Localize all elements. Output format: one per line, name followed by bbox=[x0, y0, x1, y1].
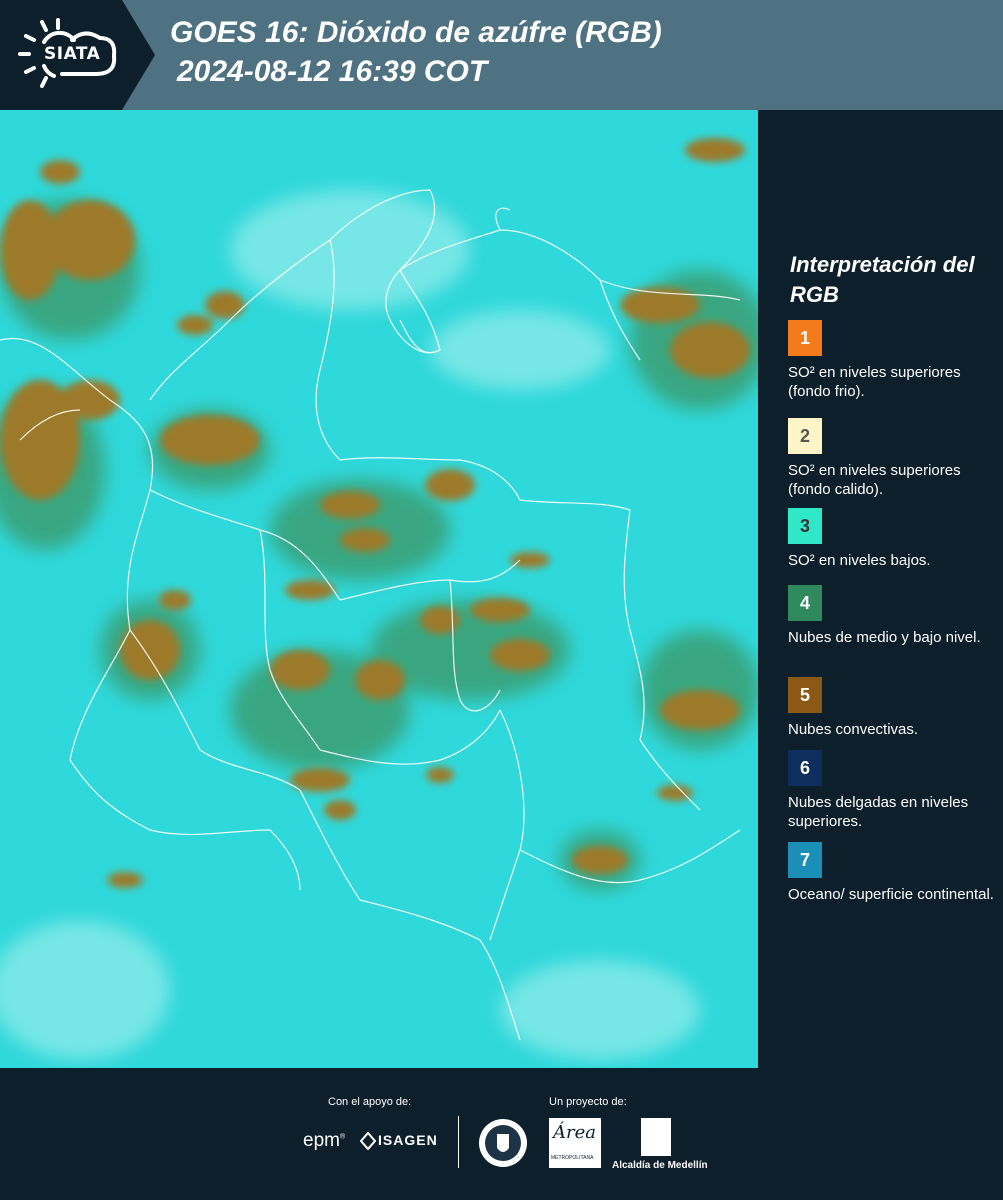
legend-label-3: SO² en niveles bajos. bbox=[788, 552, 931, 569]
satellite-map bbox=[0, 110, 758, 1068]
page-title: GOES 16: Dióxido de azúfre (RGB) bbox=[170, 16, 662, 49]
medellin-seal-icon bbox=[479, 1119, 527, 1167]
footer-divider bbox=[458, 1116, 459, 1168]
area-metropolitana-subtitle: METROPOLITANA bbox=[551, 1155, 594, 1161]
project-label: Un proyecto de: bbox=[549, 1096, 627, 1108]
legend-item-6: 6 Nubes delgadas en niveles superiores. bbox=[788, 750, 998, 831]
alcaldia-emblem bbox=[641, 1118, 671, 1156]
isagen-logo: ISAGEN bbox=[378, 1132, 438, 1148]
footer: Con el apoyo de: Un proyecto de: epm® IS… bbox=[0, 1068, 1003, 1200]
legend-swatch-1: 1 bbox=[788, 320, 822, 356]
header: SIATA GOES 16: Dióxido de azúfre (RGB) 2… bbox=[0, 0, 1003, 110]
legend-label-2: SO² en niveles superiores (fondo calido)… bbox=[788, 462, 961, 498]
logo-text: SIATA bbox=[44, 44, 101, 64]
legend-swatch-7: 7 bbox=[788, 842, 822, 878]
logo-block: SIATA bbox=[0, 0, 155, 110]
legend-panel: Interpretación del RGB 1 SO² en niveles … bbox=[758, 110, 1003, 1068]
legend-label-1: SO² en niveles superiores (fondo frio). bbox=[788, 364, 961, 400]
legend-label-5: Nubes convectivas. bbox=[788, 721, 919, 738]
legend-item-7: 7 Oceano/ superficie continental. bbox=[788, 842, 998, 904]
legend-item-2: 2 SO² en niveles superiores (fondo calid… bbox=[788, 418, 998, 499]
legend-swatch-6: 6 bbox=[788, 750, 822, 786]
legend-item-4: 4 Nubes de medio y bajo nivel. bbox=[788, 585, 998, 647]
epm-logo-text: epm bbox=[303, 1130, 340, 1151]
map-canvas bbox=[0, 110, 758, 1068]
legend-item-3: 3 SO² en niveles bajos. bbox=[788, 508, 998, 570]
legend-label-7: Oceano/ superficie continental. bbox=[788, 886, 994, 903]
epm-logo: epm® bbox=[303, 1130, 346, 1151]
legend-label-4: Nubes de medio y bajo nivel. bbox=[788, 629, 981, 646]
legend-swatch-5: 5 bbox=[788, 677, 822, 713]
page-datetime: 2024-08-12 16:39 COT bbox=[177, 55, 488, 88]
legend-item-5: 5 Nubes convectivas. bbox=[788, 677, 998, 739]
legend-label-6: Nubes delgadas en niveles superiores. bbox=[788, 794, 969, 830]
isagen-mark-icon bbox=[360, 1132, 376, 1150]
alcaldia-logo-text: Alcaldía de Medellín bbox=[612, 1160, 708, 1171]
legend-swatch-3: 3 bbox=[788, 508, 822, 544]
area-metropolitana-word: Área bbox=[553, 1122, 596, 1143]
legend-swatch-2: 2 bbox=[788, 418, 822, 454]
legend-title: Interpretación del RGB bbox=[790, 252, 975, 307]
support-label: Con el apoyo de: bbox=[328, 1096, 412, 1108]
legend-item-1: 1 SO² en niveles superiores (fondo frio)… bbox=[788, 320, 998, 401]
legend-swatch-4: 4 bbox=[788, 585, 822, 621]
